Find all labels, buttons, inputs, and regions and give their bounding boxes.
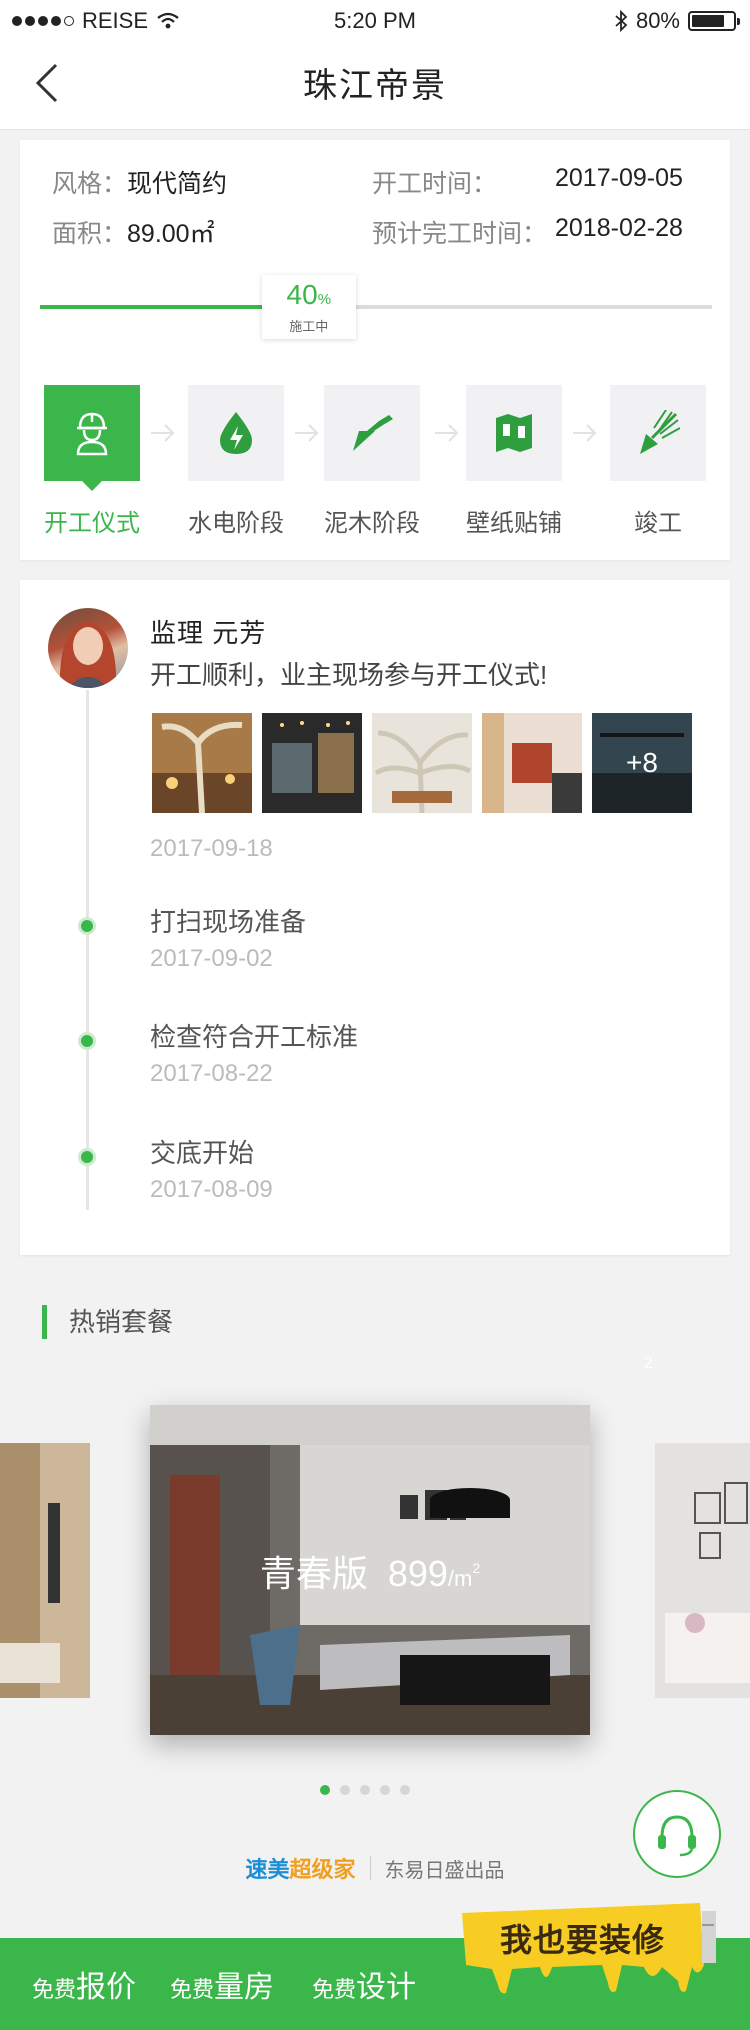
free-design-button[interactable]: 免费设计 bbox=[312, 1962, 416, 2006]
post-text: 开工顺利，业主现场参与开工仪式! bbox=[150, 660, 548, 690]
style-label: 风格： bbox=[52, 170, 128, 198]
package-price: 899 bbox=[387, 1553, 448, 1594]
worker-icon bbox=[76, 412, 108, 456]
package-unit-sup: 2 bbox=[472, 1560, 481, 1576]
event-date: 2017-08-22 bbox=[150, 1060, 273, 1087]
arrow-right-icon bbox=[295, 424, 319, 442]
more-photos-count: +8 bbox=[592, 713, 692, 813]
free-label: 免费 bbox=[32, 1977, 77, 2002]
pager-dot[interactable] bbox=[360, 1785, 370, 1795]
carousel-next-card[interactable] bbox=[655, 1443, 750, 1698]
section-title: 热销套餐 bbox=[42, 1305, 173, 1339]
carousel-main-card[interactable]: 青春版 899/m2 bbox=[150, 1405, 590, 1735]
timeline-card: 监理 元芳 开工顺利，业主现场参与开工仪式! +8 2017-09-18 打扫现… bbox=[20, 580, 730, 1255]
photo-thumb-more[interactable]: +8 bbox=[592, 713, 692, 813]
event-date: 2017-08-09 bbox=[150, 1176, 273, 1203]
free-design-label: 设计 bbox=[356, 1971, 417, 2004]
stage-label: 开工仪式 bbox=[44, 510, 140, 537]
event-title: 交底开始 bbox=[150, 1138, 255, 1168]
pager-dot[interactable] bbox=[400, 1785, 410, 1795]
progress-badge: 40% 施工中 bbox=[261, 275, 356, 339]
photo-grid: +8 bbox=[152, 713, 692, 814]
style-value: 现代简约 bbox=[127, 170, 228, 198]
event-date: 2017-09-02 bbox=[150, 945, 273, 972]
renovate-cta-button[interactable]: 我也要装修 bbox=[452, 1895, 720, 1995]
status-bar: REISE 5:20 PM 80% bbox=[0, 0, 750, 40]
package-label: 青春版 899/m2 bbox=[150, 1545, 590, 1597]
free-measure-label: 量房 bbox=[214, 1971, 275, 2004]
arrow-right-icon bbox=[435, 424, 459, 442]
stage-label: 竣工 bbox=[634, 510, 682, 537]
post-author: 监理 元芳 bbox=[150, 618, 267, 648]
free-label: 免费 bbox=[170, 1977, 215, 2002]
divider bbox=[369, 1856, 371, 1880]
area-value: 89.00㎡ bbox=[127, 220, 215, 248]
bluetooth-icon bbox=[615, 10, 628, 32]
stage-item-nimu[interactable]: 泥木阶段 bbox=[324, 385, 420, 537]
progress-unit: % bbox=[317, 291, 332, 308]
finish-value: 2018-02-28 bbox=[555, 214, 683, 242]
stage-label: 水电阶段 bbox=[188, 510, 284, 537]
carousel-pager bbox=[320, 1785, 410, 1795]
water-electric-icon bbox=[220, 412, 252, 454]
start-value: 2017-09-05 bbox=[555, 164, 683, 192]
area-label: 面积： bbox=[52, 220, 128, 248]
free-quote-button[interactable]: 免费报价 bbox=[32, 1962, 136, 2006]
stage-item-bizhi[interactable]: 壁纸贴铺 bbox=[466, 385, 562, 537]
free-quote-label: 报价 bbox=[76, 1971, 137, 2004]
cta-label: 我也要装修 bbox=[500, 1922, 666, 1958]
producer-label: 东易日盛出品 bbox=[384, 1859, 505, 1882]
avatar[interactable] bbox=[48, 608, 128, 688]
nav-bar: 珠江帝景 bbox=[0, 40, 750, 130]
arrow-right-icon bbox=[151, 424, 175, 442]
trowel-icon bbox=[353, 415, 393, 451]
start-label: 开工时间： bbox=[372, 170, 498, 198]
photo-thumb[interactable] bbox=[372, 713, 472, 814]
photo-thumb[interactable] bbox=[482, 713, 582, 813]
battery-icon bbox=[688, 11, 740, 31]
stage-label: 壁纸贴铺 bbox=[466, 510, 562, 537]
timeline-line bbox=[86, 690, 89, 1210]
brand-chaojijia: 超级家 bbox=[289, 1857, 356, 1882]
photo-thumb[interactable] bbox=[262, 713, 362, 813]
timeline-dot bbox=[78, 1148, 96, 1166]
free-label: 免费 bbox=[312, 1977, 357, 2002]
area-row: 面积：89.00㎡ bbox=[52, 214, 215, 250]
stage-item-kaigong[interactable]: 开工仪式 bbox=[44, 385, 140, 537]
broom-icon bbox=[640, 410, 680, 454]
pager-dot[interactable] bbox=[320, 1785, 330, 1795]
arrow-right-icon bbox=[573, 424, 597, 442]
finish-label: 预计完工时间： bbox=[372, 220, 548, 248]
free-measure-button[interactable]: 免费量房 bbox=[170, 1962, 274, 2006]
carousel-prev-card[interactable] bbox=[0, 1443, 90, 1698]
wallpaper-icon bbox=[496, 414, 532, 452]
event-title: 检查符合开工标准 bbox=[150, 1022, 359, 1052]
faint-number: 2 bbox=[644, 1355, 653, 1372]
pager-dot[interactable] bbox=[340, 1785, 350, 1795]
stage-list: 开工仪式 水电阶段 泥木阶段 壁纸贴铺 竣工 bbox=[20, 385, 730, 537]
package-name: 青春版 bbox=[259, 1553, 368, 1594]
progress-track bbox=[40, 305, 712, 309]
progress-percent: 40 bbox=[286, 279, 318, 310]
footer-brand: 速美超级家 东易日盛出品 bbox=[0, 1850, 750, 1886]
battery-percent: 80% bbox=[635, 8, 680, 33]
pager-dot[interactable] bbox=[380, 1785, 390, 1795]
style-row: 风格：现代简约 bbox=[52, 164, 227, 200]
post-date: 2017-09-18 bbox=[150, 835, 273, 862]
stage-label: 泥木阶段 bbox=[324, 510, 420, 537]
page-title: 珠江帝景 bbox=[303, 67, 447, 105]
package-unit: /m bbox=[447, 1566, 473, 1591]
stage-item-jungong[interactable]: 竣工 bbox=[610, 385, 706, 537]
timeline-dot bbox=[78, 1032, 96, 1050]
progress-status: 施工中 bbox=[289, 319, 329, 334]
timeline-dot bbox=[78, 917, 96, 935]
brand-sumei: 速美 bbox=[245, 1857, 290, 1882]
stage-item-shuidian[interactable]: 水电阶段 bbox=[188, 385, 284, 537]
project-summary-card: 风格：现代简约 开工时间： 2017-09-05 面积：89.00㎡ 预计完工时… bbox=[20, 140, 730, 560]
event-title: 打扫现场准备 bbox=[150, 907, 307, 937]
photo-thumb[interactable] bbox=[152, 713, 252, 814]
